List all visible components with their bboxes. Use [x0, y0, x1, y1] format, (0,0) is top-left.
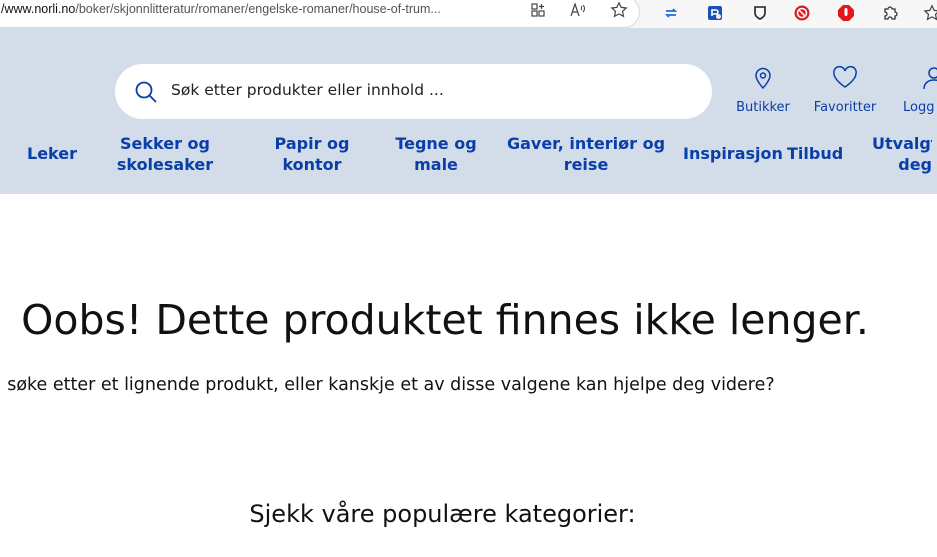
nav-item-papir-og-kontor[interactable]: Papir og kontor — [262, 133, 362, 175]
heart-icon — [809, 65, 881, 94]
nav-item-tegne-og-male[interactable]: Tegne og male — [386, 133, 486, 175]
nav-item-label-line1: Sekker og — [120, 134, 210, 153]
app-available-icon[interactable] — [528, 0, 548, 20]
search-input[interactable]: Søk etter produkter eller innhold ... — [115, 64, 712, 119]
nav-item-label-line1: Papir og — [274, 134, 350, 153]
nav-item-label-line1: Utvalgt — [872, 134, 932, 153]
nav-item-label-line2: reise — [563, 155, 609, 174]
browser-toolbar: /www.norli.no/boker/skjonnlitteratur/rom… — [0, 0, 937, 28]
search-placeholder: Søk etter produkter eller innhold ... — [171, 81, 444, 99]
nav-item-label-line2: male — [414, 155, 458, 174]
nav-item-label: Tilbud — [787, 144, 844, 163]
favorite-star-icon[interactable] — [609, 0, 629, 20]
user-icon — [923, 66, 937, 94]
nav-item-label-line2: kontor — [282, 155, 342, 174]
login-button[interactable]: Logg — [903, 66, 937, 115]
nav-item-label-line1: Tegne og — [395, 134, 477, 153]
nav-item-leker[interactable]: Leker — [27, 143, 77, 164]
search-icon — [134, 80, 158, 104]
nav-item-label: Leker — [27, 144, 77, 163]
nav-item-gaver-interior-og-reise[interactable]: Gaver, interiør og reise — [505, 133, 667, 175]
nav-item-utvalgt-deg[interactable]: Utvalgt deg — [872, 133, 932, 175]
collections-star-icon[interactable] — [922, 3, 937, 23]
extension-shield-icon[interactable] — [705, 3, 725, 23]
nav-item-label-line2: skolesaker — [116, 155, 214, 174]
login-label: Logg — [903, 100, 935, 115]
extension-ublock-icon[interactable] — [750, 3, 770, 23]
extension-block-icon[interactable] — [792, 3, 812, 23]
extension-adblock-icon[interactable] — [836, 3, 856, 23]
page-title: Oobs! Dette produktet finnes ikke lenger… — [21, 296, 869, 344]
address-bar[interactable]: /www.norli.no/boker/skjonnlitteratur/rom… — [0, 0, 640, 28]
stores-label: Butikker — [736, 100, 790, 115]
nav-item-sekker-og-skolesaker[interactable]: Sekker og skolesaker — [110, 133, 220, 175]
map-pin-icon — [733, 66, 793, 94]
nav-item-tilbud[interactable]: Tilbud — [787, 143, 843, 164]
url-path: /boker/skjonnlitteratur/romaner/engelske… — [75, 2, 441, 16]
read-aloud-icon[interactable] — [568, 0, 588, 20]
nav-item-label-line1: Gaver, interiør og — [506, 134, 666, 153]
nav-item-label: Inspirasjon — [683, 144, 783, 163]
stores-button[interactable]: Butikker — [733, 66, 793, 115]
extension-loop-icon[interactable] — [661, 3, 681, 23]
categories-heading: Sjekk våre populære kategorier: — [249, 500, 636, 528]
address-url[interactable]: /www.norli.no/boker/skjonnlitteratur/rom… — [1, 2, 441, 16]
url-host: /www.norli.no — [1, 2, 76, 16]
favorites-button[interactable]: Favoritter — [809, 65, 881, 115]
nav-item-label-line2: deg — [898, 155, 932, 174]
nav-item-inspirasjon[interactable]: Inspirasjon — [683, 143, 783, 164]
site-header: Søk etter produkter eller innhold ... Bu… — [0, 28, 937, 194]
page-subtitle: v å søke etter et lignende produkt, elle… — [0, 375, 775, 395]
extensions-puzzle-icon[interactable] — [880, 3, 900, 23]
favorites-label: Favoritter — [813, 100, 877, 115]
